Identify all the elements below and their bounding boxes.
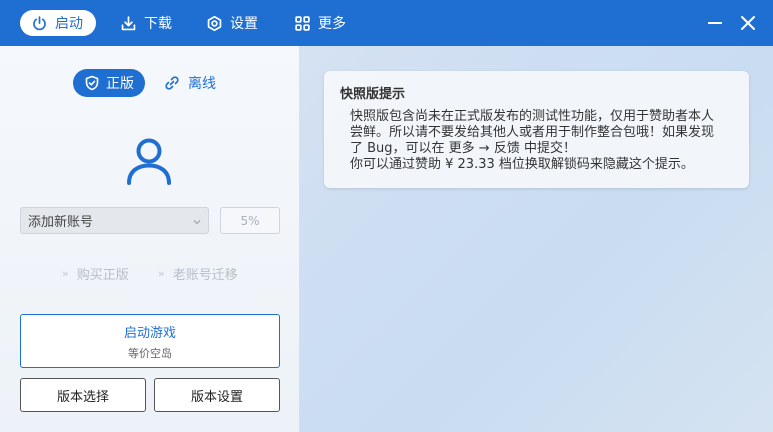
account-select-value: 添加新账号 — [28, 215, 94, 230]
nav-launch-tab[interactable]: 启动 — [20, 10, 96, 36]
double-chevron-icon: » — [158, 266, 165, 280]
minimize-icon — [706, 14, 724, 32]
hint-line: 快照版包含尚未在正式版发布的测试性功能，仅用于赞助者本人 — [350, 109, 715, 124]
settings-icon — [206, 15, 223, 32]
download-icon — [120, 15, 137, 32]
hint-title: 快照版提示 — [340, 87, 406, 102]
progress-percent: 5% — [220, 207, 280, 234]
left-panel — [0, 46, 300, 432]
launch-game-version: 等价空岛 — [128, 346, 172, 360]
version-settings-button[interactable]: 版本设置 — [154, 378, 280, 412]
nav-settings-tab[interactable]: 设置 — [206, 10, 258, 36]
launch-game-label: 启动游戏 — [123, 325, 176, 341]
nav-more-tab[interactable]: 更多 — [294, 10, 346, 36]
version-select-button[interactable]: 版本选择 — [20, 378, 146, 412]
online-mode-button[interactable]: 正版 — [73, 69, 145, 97]
double-chevron-icon: » — [62, 266, 69, 280]
nav-download-label: 下载 — [144, 16, 172, 32]
hint-line: 你可以通过赞助 ¥ 23.33 档位换取解锁码来隐藏这个提示。 — [350, 157, 694, 172]
launch-game-button[interactable]: 启动游戏 等价空岛 — [20, 314, 280, 368]
migrate-account-link[interactable]: » 老账号迁移 — [158, 264, 238, 283]
user-avatar-icon — [126, 137, 172, 185]
online-mode-label: 正版 — [106, 76, 134, 92]
hint-body: 快照版包含尚未在正式版发布的测试性功能，仅用于赞助者本人 尝鲜。所以请不要发给其… — [350, 109, 735, 173]
close-button[interactable] — [739, 14, 757, 32]
nav-more-label: 更多 — [318, 16, 346, 32]
offline-mode-label: 离线 — [188, 76, 216, 92]
power-icon — [31, 15, 48, 32]
nav-launch-label: 启动 — [55, 16, 83, 32]
migrate-account-label: 老账号迁移 — [172, 267, 238, 283]
snapshot-hint-card: 快照版提示 快照版包含尚未在正式版发布的测试性功能，仅用于赞助者本人 尝鲜。所以… — [324, 71, 749, 188]
buy-genuine-link[interactable]: » 购买正版 — [62, 264, 129, 283]
title-bar: 启动 下载 设置 更多 — [0, 0, 773, 46]
grid-icon — [294, 15, 311, 32]
chevron-down-icon — [192, 216, 202, 226]
minimize-button[interactable] — [706, 14, 724, 32]
close-icon — [739, 14, 757, 32]
offline-mode-button[interactable]: 离线 — [164, 69, 216, 97]
account-select[interactable]: 添加新账号 — [20, 207, 209, 234]
buy-genuine-label: 购买正版 — [76, 267, 129, 283]
nav-download-tab[interactable]: 下载 — [120, 10, 172, 36]
link-icon — [164, 75, 180, 91]
shield-check-icon — [84, 75, 100, 91]
nav-settings-label: 设置 — [230, 16, 258, 32]
hint-line: 尝鲜。所以请不要发给其他人或者用于制作整合包哦！如果发现 — [350, 125, 715, 140]
hint-line: 了 Bug，可以在 更多 → 反馈 中提交！ — [350, 141, 576, 156]
